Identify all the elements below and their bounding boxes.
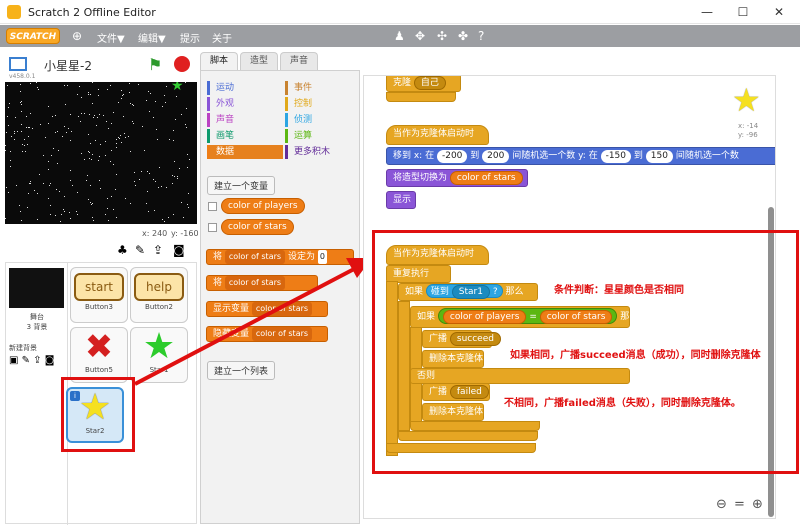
switch-costume-block[interactable]: 将造型切换为 color of stars [386,169,528,187]
range-min-x[interactable]: -200 [436,150,468,163]
zoom-in-icon[interactable]: ⊕ [752,497,763,512]
clone-start-hat[interactable]: 当作为克隆体启动时 [386,125,489,145]
range-max-y[interactable]: 150 [645,150,673,163]
goto-random-block[interactable]: 移到 x: 在 -200 到 200 间随机选一个数 y: 在 -150 到 1… [386,147,775,165]
c-block-end [386,92,456,102]
zoom-out-icon[interactable]: ⊖ [716,497,727,512]
range-min-y[interactable]: -150 [600,150,632,163]
clone-dropdown[interactable]: 自己 [413,76,446,90]
costume-var-reporter[interactable]: color of stars [449,171,523,185]
sprite-y: y: -96 [738,131,758,139]
current-sprite-icon: ★ [732,81,761,119]
show-block[interactable]: 显示 [386,191,416,209]
create-clone-block[interactable]: 克隆 自己 [386,76,461,92]
sprite-x: x: -14 [738,122,759,130]
zoom-reset-icon[interactable]: = [734,497,745,512]
range-max-x[interactable]: 200 [482,150,510,163]
highlight-script [372,230,799,474]
